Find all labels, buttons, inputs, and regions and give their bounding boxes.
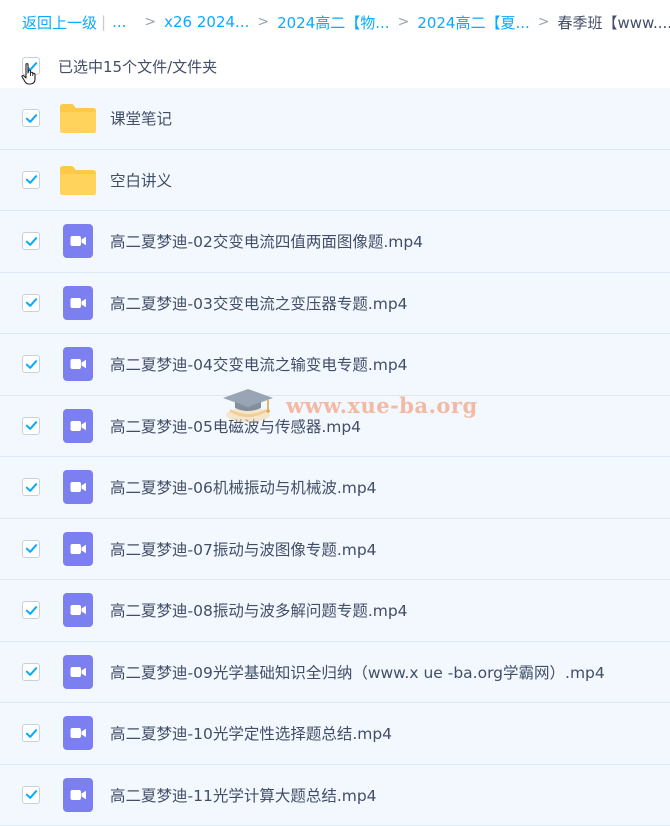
file-list: 课堂笔记 空白讲义 高二夏梦迪-02交变电流四值两面图像题.mp4 高二夏梦迪-… <box>0 88 670 826</box>
file-name[interactable]: 高二夏梦迪-07振动与波图像专题.mp4 <box>110 538 377 560</box>
file-row[interactable]: 高二夏梦迪-04交变电流之输变电专题.mp4 <box>0 334 670 396</box>
file-name[interactable]: 高二夏梦迪-04交变电流之输变电专题.mp4 <box>110 353 408 375</box>
chevron-right-icon: > <box>398 14 410 30</box>
file-name[interactable]: 课堂笔记 <box>110 107 172 129</box>
breadcrumb-divider: | <box>101 13 106 31</box>
file-name[interactable]: 高二夏梦迪-03交变电流之变压器专题.mp4 <box>110 292 408 314</box>
chevron-right-icon: > <box>257 14 269 30</box>
hand-pointer-icon <box>20 62 40 86</box>
checkmark-icon <box>25 296 38 309</box>
file-row[interactable]: 高二夏梦迪-08振动与波多解问题专题.mp4 <box>0 580 670 642</box>
row-checkbox[interactable] <box>22 417 40 435</box>
checkmark-icon <box>25 727 38 740</box>
file-row[interactable]: 高二夏梦迪-03交变电流之变压器专题.mp4 <box>0 273 670 335</box>
file-name[interactable]: 高二夏梦迪-10光学定性选择题总结.mp4 <box>110 722 392 744</box>
row-checkbox[interactable] <box>22 109 40 127</box>
file-name[interactable]: 高二夏梦迪-06机械振动与机械波.mp4 <box>110 476 377 498</box>
breadcrumb: 返回上一级 | ... > x26 2024... > 2024高二【物... … <box>0 0 670 44</box>
file-row[interactable]: 高二夏梦迪-02交变电流四值两面图像题.mp4 <box>0 211 670 273</box>
checkmark-icon <box>25 542 38 555</box>
breadcrumb-ellipsis[interactable]: ... <box>112 13 126 31</box>
video-file-icon <box>59 286 97 320</box>
back-link[interactable]: 返回上一级 <box>22 12 97 33</box>
file-row[interactable]: 课堂笔记 <box>0 88 670 150</box>
folder-icon <box>59 101 97 135</box>
checkmark-icon <box>25 788 38 801</box>
file-name[interactable]: 高二夏梦迪-09光学基础知识全归纳（www.x ue -ba.org学霸网）.m… <box>110 661 605 683</box>
file-name[interactable]: 空白讲义 <box>110 169 172 191</box>
file-name[interactable]: 高二夏梦迪-11光学计算大题总结.mp4 <box>110 784 377 806</box>
folder-icon <box>59 163 97 197</box>
video-file-icon <box>59 409 97 443</box>
row-checkbox[interactable] <box>22 786 40 804</box>
row-checkbox[interactable] <box>22 663 40 681</box>
file-name[interactable]: 高二夏梦迪-05电磁波与传感器.mp4 <box>110 415 361 437</box>
selection-header: 已选中15个文件/文件夹 <box>0 44 670 88</box>
row-checkbox[interactable] <box>22 294 40 312</box>
video-file-icon <box>59 778 97 812</box>
breadcrumb-item-3[interactable]: 2024高二【夏... <box>417 12 529 33</box>
checkmark-icon <box>25 112 38 125</box>
breadcrumb-current: 春季班【www.... <box>558 12 670 33</box>
file-row[interactable]: 高二夏梦迪-05电磁波与传感器.mp4 <box>0 396 670 458</box>
checkmark-icon <box>25 481 38 494</box>
file-row[interactable]: 空白讲义 <box>0 150 670 212</box>
row-checkbox[interactable] <box>22 171 40 189</box>
chevron-right-icon: > <box>144 14 156 30</box>
chevron-right-icon: > <box>538 14 550 30</box>
video-file-icon <box>59 470 97 504</box>
file-row[interactable]: 高二夏梦迪-07振动与波图像专题.mp4 <box>0 519 670 581</box>
row-checkbox[interactable] <box>22 540 40 558</box>
checkmark-icon <box>25 235 38 248</box>
checkmark-icon <box>25 604 38 617</box>
row-checkbox[interactable] <box>22 724 40 742</box>
video-file-icon <box>59 532 97 566</box>
row-checkbox[interactable] <box>22 601 40 619</box>
row-checkbox[interactable] <box>22 232 40 250</box>
row-checkbox[interactable] <box>22 478 40 496</box>
checkmark-icon <box>25 173 38 186</box>
video-file-icon <box>59 593 97 627</box>
checkmark-icon <box>25 419 38 432</box>
video-file-icon <box>59 655 97 689</box>
row-checkbox[interactable] <box>22 355 40 373</box>
video-file-icon <box>59 716 97 750</box>
selection-count: 已选中15个文件/文件夹 <box>58 56 217 77</box>
file-row[interactable]: 高二夏梦迪-10光学定性选择题总结.mp4 <box>0 703 670 765</box>
checkmark-icon <box>25 358 38 371</box>
breadcrumb-item-1[interactable]: x26 2024... <box>164 13 249 31</box>
breadcrumb-item-2[interactable]: 2024高二【物... <box>277 12 389 33</box>
file-row[interactable]: 高二夏梦迪-09光学基础知识全归纳（www.x ue -ba.org学霸网）.m… <box>0 642 670 704</box>
file-name[interactable]: 高二夏梦迪-02交变电流四值两面图像题.mp4 <box>110 230 423 252</box>
file-name[interactable]: 高二夏梦迪-08振动与波多解问题专题.mp4 <box>110 599 408 621</box>
checkmark-icon <box>25 665 38 678</box>
video-file-icon <box>59 347 97 381</box>
file-row[interactable]: 高二夏梦迪-06机械振动与机械波.mp4 <box>0 457 670 519</box>
video-file-icon <box>59 224 97 258</box>
